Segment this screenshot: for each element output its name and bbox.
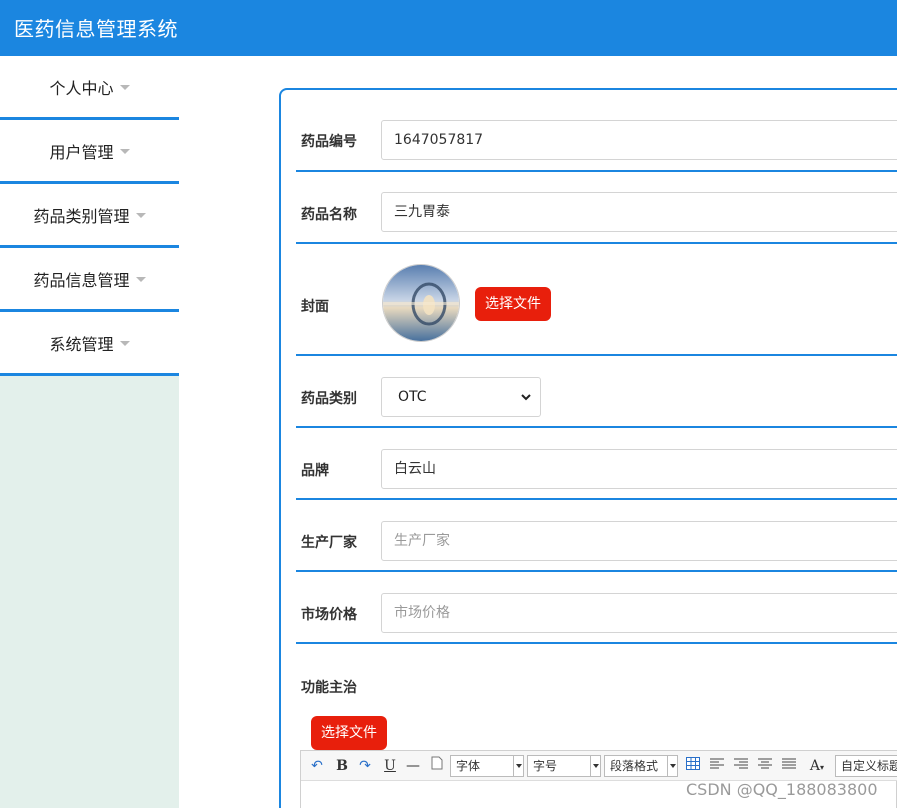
sidebar-item-label: 系统管理 xyxy=(49,334,114,354)
cover-image xyxy=(382,264,460,342)
drug-code-input[interactable]: 1647057817 xyxy=(381,120,897,160)
sidebar-item-personal-center[interactable]: 个人中心 xyxy=(0,56,179,120)
bold-icon[interactable]: B xyxy=(334,756,350,776)
align-center-icon[interactable] xyxy=(757,756,773,776)
form-row-brand: 品牌 白云山 xyxy=(296,428,897,500)
caret-down-icon xyxy=(119,149,130,154)
font-color-icon[interactable]: A▾ xyxy=(805,756,829,776)
app-title: 医药信息管理系统 xyxy=(14,17,178,41)
align-justify-icon[interactable] xyxy=(781,756,797,776)
drug-category-selected: OTC xyxy=(398,389,427,405)
brand-input[interactable]: 白云山 xyxy=(381,449,897,489)
form-row-manufacturer: 生产厂家 生产厂家 xyxy=(296,500,897,572)
field-label: 药品编号 xyxy=(301,134,357,150)
form-row-drug-code: 药品编号 1647057817 xyxy=(296,110,897,172)
align-right-icon[interactable] xyxy=(733,756,749,776)
watermark: CSDN @QQ_188083800 xyxy=(686,780,878,799)
sidebar-item-system-management[interactable]: 系统管理 xyxy=(0,312,179,376)
redo-icon[interactable]: ↷ xyxy=(357,756,373,776)
paragraph-format-select[interactable]: 段落格式 xyxy=(604,755,678,777)
drug-category-select[interactable]: OTC xyxy=(381,377,541,417)
font-family-label: 字体 xyxy=(456,759,481,773)
sidebar-item-drug-info-management[interactable]: 药品信息管理 xyxy=(0,248,179,312)
font-family-select[interactable]: 字体 xyxy=(450,755,524,777)
caret-down-icon xyxy=(135,277,146,282)
sidebar: 个人中心 用户管理 药品类别管理 药品信息管理 系统管理 xyxy=(0,56,179,808)
sidebar-item-label: 药品类别管理 xyxy=(33,206,130,226)
field-label: 药品名称 xyxy=(301,207,357,223)
table-icon[interactable] xyxy=(685,756,701,776)
form-row-market-price: 市场价格 市场价格 xyxy=(296,572,897,644)
font-size-select[interactable]: 字号 xyxy=(527,755,601,777)
sidebar-item-drug-category-management[interactable]: 药品类别管理 xyxy=(0,184,179,248)
field-label: 品牌 xyxy=(301,463,329,479)
form-row-drug-category: 药品类别 OTC xyxy=(296,356,897,428)
chevron-down-icon xyxy=(513,756,523,776)
horizontal-rule-icon[interactable]: — xyxy=(405,756,421,776)
align-left-icon[interactable] xyxy=(709,756,725,776)
indications-label: 功能主治 xyxy=(301,680,357,696)
chevron-down-icon xyxy=(521,394,531,401)
field-label: 生产厂家 xyxy=(301,535,357,551)
sidebar-item-label: 用户管理 xyxy=(49,142,114,162)
custom-title-select[interactable]: 自定义标题 xyxy=(835,755,897,777)
undo-icon[interactable]: ↶ xyxy=(309,756,325,776)
sidebar-item-user-management[interactable]: 用户管理 xyxy=(0,120,179,184)
market-price-input[interactable]: 市场价格 xyxy=(381,593,897,633)
field-label: 封面 xyxy=(301,299,329,315)
form-row-drug-name: 药品名称 三九胃泰 xyxy=(296,172,897,244)
caret-down-icon xyxy=(119,85,130,90)
document-icon[interactable] xyxy=(429,756,445,776)
custom-title-label: 自定义标题 xyxy=(841,759,897,773)
chevron-down-icon xyxy=(667,756,677,776)
field-label: 药品类别 xyxy=(301,391,357,407)
editor-toolbar: ↶ B ↷ U — 字体 字号 段落格式 A▾ 自定义标题 xyxy=(301,751,897,781)
indications-select-file-button[interactable]: 选择文件 xyxy=(311,716,387,750)
field-label: 市场价格 xyxy=(301,607,357,623)
paragraph-format-label: 段落格式 xyxy=(610,759,659,773)
chevron-down-icon xyxy=(590,756,600,776)
sidebar-item-label: 药品信息管理 xyxy=(33,270,130,290)
font-size-label: 字号 xyxy=(533,759,558,773)
rich-text-editor[interactable]: ↶ B ↷ U — 字体 字号 段落格式 A▾ 自定义标题 xyxy=(300,750,897,808)
top-bar: 医药信息管理系统 xyxy=(0,0,897,56)
drug-name-input[interactable]: 三九胃泰 xyxy=(381,192,897,232)
underline-icon[interactable]: U xyxy=(382,756,398,776)
caret-down-icon xyxy=(119,341,130,346)
manufacturer-input[interactable]: 生产厂家 xyxy=(381,521,897,561)
cover-select-file-button[interactable]: 选择文件 xyxy=(475,287,551,321)
sidebar-item-label: 个人中心 xyxy=(49,78,114,98)
form-row-cover: 封面 选择文件 xyxy=(296,244,897,356)
caret-down-icon xyxy=(135,213,146,218)
